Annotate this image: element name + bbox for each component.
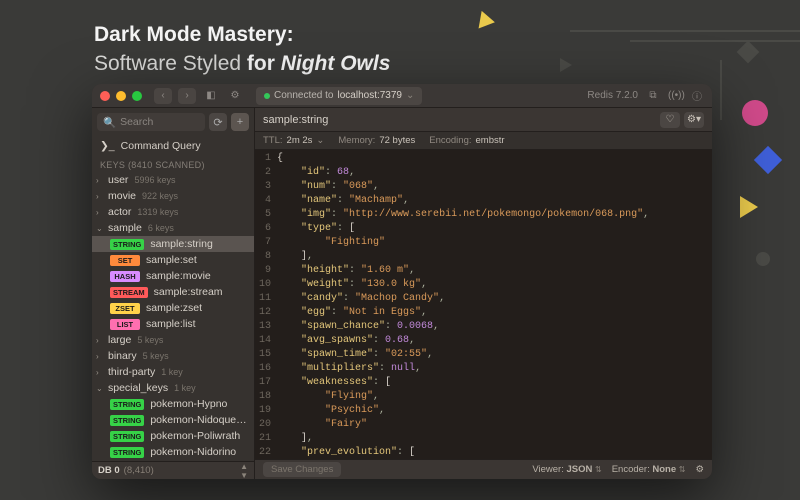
gear-icon[interactable]: ⚙ bbox=[695, 464, 704, 475]
deco-square bbox=[754, 146, 782, 174]
main-footer: Save Changes Viewer: JSON ⇅ Encoder: Non… bbox=[255, 459, 712, 479]
search-icon: 🔍 bbox=[103, 116, 116, 129]
close-button[interactable] bbox=[100, 91, 110, 101]
terminal-icon: ❯_ bbox=[100, 140, 115, 152]
tree-group[interactable]: ›movie 922 keys bbox=[92, 188, 254, 204]
tree-group[interactable]: ›third-party 1 key bbox=[92, 364, 254, 380]
ttl-dropdown-icon[interactable]: ⌄ bbox=[316, 135, 324, 146]
encoder-selector[interactable]: Encoder: None ⇅ bbox=[612, 464, 686, 475]
deco-square bbox=[737, 41, 760, 64]
tree-key[interactable]: STRINGpokemon-Nidoque… bbox=[92, 412, 254, 428]
sidebar-footer: DB 0 (8,410) ▲▼ bbox=[92, 461, 254, 479]
tree-group[interactable]: ⌄sample 6 keys bbox=[92, 220, 254, 236]
tree-key[interactable]: STREAMsample:stream bbox=[92, 284, 254, 300]
ttl-value: 2m 2s bbox=[287, 135, 313, 146]
pubsub-icon[interactable]: ((•)) bbox=[668, 90, 682, 101]
tree-key[interactable]: STRINGpokemon-Hypno bbox=[92, 396, 254, 412]
minimize-button[interactable] bbox=[116, 91, 126, 101]
host-label: localhost:7379 bbox=[338, 90, 403, 101]
updown-icon: ⇅ bbox=[679, 465, 686, 474]
refresh-button[interactable]: ⟳ bbox=[209, 113, 227, 131]
code-viewer[interactable]: 1{2 "id": 68,3 "num": "068",4 "name": "M… bbox=[255, 150, 712, 459]
titlebar: ‹ › ◧ ⚙ Connected to localhost:7379 ⌄ Re… bbox=[92, 84, 712, 108]
viewer-selector[interactable]: Viewer: JSON ⇅ bbox=[532, 464, 601, 475]
key-tree: ›user 5996 keys›movie 922 keys›actor 131… bbox=[92, 172, 254, 461]
tree-key[interactable]: ZSETsample:zset bbox=[92, 300, 254, 316]
tree-key[interactable]: STRINGpokemon-Nidorino bbox=[92, 444, 254, 460]
updown-icon: ⇅ bbox=[595, 465, 602, 474]
deco-circle bbox=[756, 252, 770, 266]
search-input[interactable]: 🔍 Search bbox=[97, 113, 205, 131]
gear-icon[interactable]: ⚙ bbox=[226, 88, 244, 104]
redis-version: Redis 7.2.0 bbox=[587, 90, 638, 101]
encoding-label: Encoding: bbox=[429, 135, 471, 146]
key-settings-button[interactable]: ⚙▾ bbox=[684, 112, 704, 128]
tree-key[interactable]: STRINGpokemon-Poliwrath bbox=[92, 428, 254, 444]
deco-triangle bbox=[740, 196, 758, 218]
search-placeholder: Search bbox=[120, 116, 153, 128]
memory-value: 72 bytes bbox=[379, 135, 415, 146]
key-header: sample:string ♡ ⚙▾ bbox=[255, 108, 712, 132]
save-button[interactable]: Save Changes bbox=[263, 462, 341, 477]
deco-line bbox=[720, 60, 722, 120]
main-panel: sample:string ♡ ⚙▾ TTL: 2m 2s ⌄ Memory: … bbox=[255, 108, 712, 479]
copy-icon[interactable]: ⧉ bbox=[646, 90, 660, 101]
tree-key[interactable]: HASHsample:movie bbox=[92, 268, 254, 284]
chevron-down-icon: ⌄ bbox=[406, 90, 414, 101]
status-dot-icon bbox=[264, 93, 270, 99]
deco-line bbox=[570, 30, 800, 32]
ttl-label: TTL: bbox=[263, 135, 283, 146]
zoom-button[interactable] bbox=[132, 91, 142, 101]
traffic-lights bbox=[100, 91, 142, 101]
deco-circle bbox=[742, 100, 768, 126]
stepper-icon[interactable]: ▲▼ bbox=[240, 462, 248, 480]
tree-key[interactable]: LISTsample:list bbox=[92, 316, 254, 332]
deco-triangle bbox=[560, 58, 572, 72]
db-selector[interactable]: DB 0 bbox=[98, 465, 120, 476]
keys-header: KEYS (8410 SCANNED) bbox=[92, 156, 254, 172]
memory-label: Memory: bbox=[338, 135, 375, 146]
key-total: (8,410) bbox=[124, 465, 154, 476]
key-name: sample:string bbox=[263, 114, 328, 126]
sidebar: 🔍 Search ⟳ + ❯_ Command Query KEYS (8410… bbox=[92, 108, 255, 479]
favorite-button[interactable]: ♡ bbox=[660, 112, 680, 128]
sidebar-toggle-icon[interactable]: ◧ bbox=[202, 88, 220, 104]
tree-group[interactable]: ›user 5996 keys bbox=[92, 172, 254, 188]
connected-label: Connected to bbox=[274, 90, 334, 101]
tree-group[interactable]: ›actor 1319 keys bbox=[92, 204, 254, 220]
headline: Dark Mode Mastery: Software Styled for N… bbox=[94, 20, 390, 79]
add-key-button[interactable]: + bbox=[231, 113, 249, 131]
app-window: ‹ › ◧ ⚙ Connected to localhost:7379 ⌄ Re… bbox=[92, 84, 712, 479]
info-icon[interactable]: ⓘ bbox=[690, 88, 704, 103]
tree-group[interactable]: ›binary 5 keys bbox=[92, 348, 254, 364]
forward-button[interactable]: › bbox=[178, 88, 196, 104]
tree-key[interactable]: SETsample:set bbox=[92, 252, 254, 268]
tree-key[interactable]: STRINGsample:string bbox=[92, 236, 254, 252]
connection-tab[interactable]: Connected to localhost:7379 ⌄ bbox=[256, 87, 422, 105]
encoding-value: embstr bbox=[476, 135, 505, 146]
headline-line2: Software Styled for Night Owls bbox=[94, 49, 390, 78]
deco-triangle bbox=[479, 11, 497, 31]
back-button[interactable]: ‹ bbox=[154, 88, 172, 104]
command-query-button[interactable]: ❯_ Command Query bbox=[92, 136, 254, 156]
tree-group[interactable]: ›large 5 keys bbox=[92, 332, 254, 348]
deco-line bbox=[630, 40, 800, 42]
meta-row: TTL: 2m 2s ⌄ Memory: 72 bytes Encoding: … bbox=[255, 132, 712, 150]
headline-line1: Dark Mode Mastery: bbox=[94, 20, 390, 49]
tree-group[interactable]: ⌄special_keys 1 key bbox=[92, 380, 254, 396]
nav-buttons: ‹ › ◧ ⚙ bbox=[154, 88, 244, 104]
